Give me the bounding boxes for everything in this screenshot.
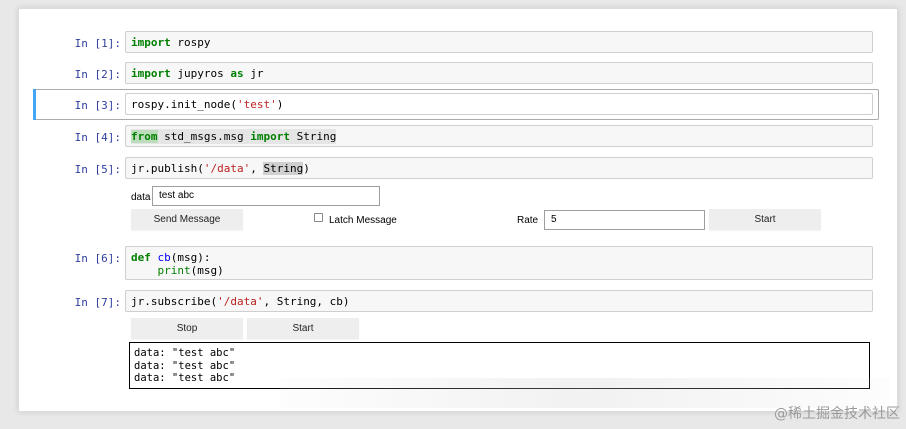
data-field-label: data bbox=[131, 192, 151, 203]
watermark: @稀土掘金技术社区 bbox=[774, 406, 900, 422]
code-input[interactable]: jr.subscribe('/data', String, cb) bbox=[125, 290, 873, 312]
cell-prompt: In [5]: bbox=[74, 163, 121, 176]
code-text: , bbox=[250, 162, 264, 175]
highlighted-selection: from std_msgs.msg import String bbox=[131, 129, 337, 144]
code-input[interactable]: import rospy bbox=[125, 31, 873, 53]
data-input[interactable]: test abc bbox=[152, 186, 380, 206]
publish-start-button[interactable]: Start bbox=[709, 209, 821, 230]
code-keyword: def bbox=[131, 251, 151, 264]
code-text: String bbox=[289, 130, 337, 143]
code-input[interactable]: rospy.init_node('test') bbox=[125, 93, 873, 115]
cell-prompt: In [6]: bbox=[74, 252, 121, 265]
code-highlight: String bbox=[263, 162, 304, 175]
code-text: jr bbox=[243, 67, 264, 80]
code-text: rospy.init_node( bbox=[131, 98, 237, 111]
code-input[interactable]: def cb(msg): print(msg) bbox=[125, 246, 873, 280]
code-string: '/data' bbox=[217, 295, 264, 308]
cell-prompt: In [1]: bbox=[74, 37, 121, 50]
code-text: rospy bbox=[170, 36, 211, 49]
code-function-name: cb bbox=[157, 251, 171, 264]
code-input[interactable]: import jupyros as jr bbox=[125, 62, 873, 84]
code-input[interactable]: jr.publish('/data', String) bbox=[125, 157, 873, 179]
code-builtin: print bbox=[157, 264, 191, 277]
code-text: ) bbox=[303, 162, 310, 175]
cell-prompt: In [3]: bbox=[74, 99, 121, 112]
code-text: jupyros bbox=[170, 67, 231, 80]
code-keyword: as bbox=[230, 67, 244, 80]
code-text: std_msgs.msg bbox=[157, 130, 251, 143]
code-input[interactable]: from std_msgs.msg import String bbox=[125, 125, 873, 147]
code-keyword: from bbox=[131, 130, 158, 143]
code-text: ) bbox=[276, 98, 284, 111]
send-message-button[interactable]: Send Message bbox=[131, 209, 243, 230]
code-keyword: import bbox=[131, 67, 171, 80]
code-text: (msg) bbox=[190, 264, 224, 277]
cell-prompt: In [2]: bbox=[74, 68, 121, 81]
code-string: 'test' bbox=[236, 98, 277, 111]
code-text: , String, cb) bbox=[263, 295, 350, 308]
cell-prompt: In [7]: bbox=[74, 296, 121, 309]
code-text: jr.publish( bbox=[131, 162, 204, 175]
stop-button[interactable]: Stop bbox=[131, 318, 243, 339]
latch-message-checkbox[interactable] bbox=[314, 213, 323, 222]
subscribe-start-button[interactable]: Start bbox=[247, 318, 359, 339]
rate-label: Rate bbox=[517, 215, 539, 226]
code-text: (msg): bbox=[170, 251, 211, 264]
code-keyword: import bbox=[250, 130, 290, 143]
cell-prompt: In [4]: bbox=[74, 131, 121, 144]
code-text: jr.subscribe( bbox=[131, 295, 218, 308]
latch-message-label: Latch Message bbox=[329, 215, 397, 226]
code-keyword: import bbox=[131, 36, 171, 49]
notebook-area: In [1]: import rospy In [2]: import jupy… bbox=[18, 8, 898, 412]
code-string: '/data' bbox=[203, 162, 251, 175]
rate-input[interactable]: 5 bbox=[544, 210, 705, 230]
